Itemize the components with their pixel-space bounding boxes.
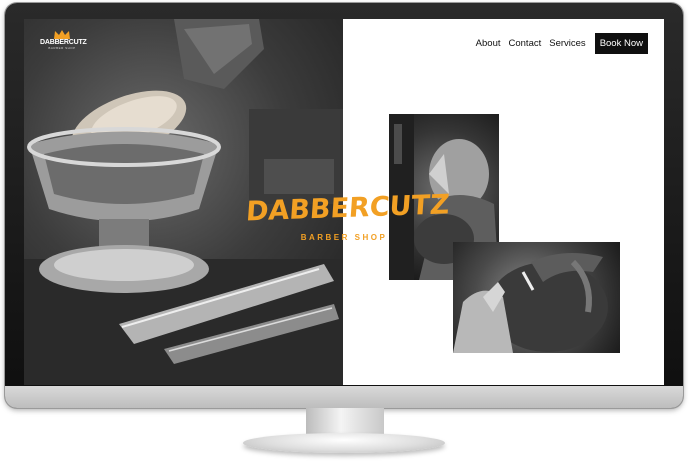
- monitor-stand-base: [243, 433, 445, 453]
- logo-text: DABBERCUTZ: [40, 39, 87, 46]
- logo-subtext: BARBER SHOP: [48, 46, 76, 50]
- hero-brand-subtitle: BARBER SHOP: [300, 233, 388, 242]
- nav-link-services[interactable]: Services: [549, 38, 585, 49]
- website-screen: DABBERCUTZ BARBER SHOP About Contact Ser…: [24, 19, 664, 385]
- monitor-bezel: [5, 386, 683, 408]
- site-logo[interactable]: DABBERCUTZ BARBER SHOP: [40, 29, 87, 59]
- nav-link-about[interactable]: About: [476, 38, 501, 49]
- photo-beard-razor: [453, 242, 620, 353]
- book-now-button[interactable]: Book Now: [594, 33, 648, 54]
- monitor-stand-neck: [306, 408, 384, 436]
- beard-razor-image: [453, 253, 608, 353]
- nav-link-contact[interactable]: Contact: [509, 38, 542, 49]
- main-nav: About Contact Services Book Now: [468, 33, 648, 54]
